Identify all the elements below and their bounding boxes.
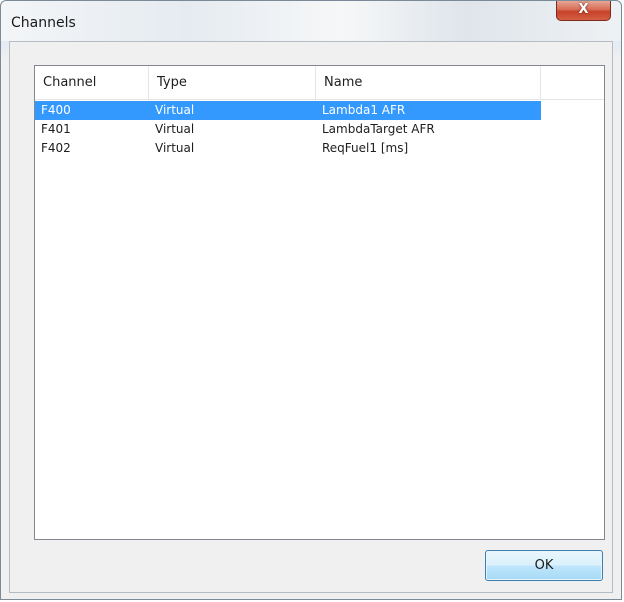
name-cell: ReqFuel1 [ms] [322, 141, 409, 155]
channel-cell: F400 [41, 103, 71, 117]
channels-list[interactable]: Channel Type Name F400 Virtual Lambda1 A… [34, 65, 605, 540]
column-divider[interactable] [540, 66, 541, 99]
name-cell: LambdaTarget AFR [322, 122, 435, 136]
column-header-name[interactable]: Name [316, 66, 540, 99]
type-cell: Virtual [155, 122, 195, 136]
close-button[interactable]: X [556, 1, 611, 21]
column-header-channel[interactable]: Channel [35, 66, 148, 99]
column-header-type[interactable]: Type [149, 66, 315, 99]
dialog-client-area: Channel Type Name F400 Virtual Lambda1 A… [9, 41, 613, 593]
close-icon: X [578, 2, 589, 17]
window-title: Channels [11, 15, 76, 31]
channel-cell: F402 [41, 141, 71, 155]
name-cell: Lambda1 AFR [322, 103, 406, 117]
channel-cell: F401 [41, 122, 71, 136]
table-row[interactable]: F402 Virtual ReqFuel1 [ms] [35, 139, 541, 158]
table-row[interactable]: F400 Virtual Lambda1 AFR [35, 101, 541, 120]
table-row[interactable]: F401 Virtual LambdaTarget AFR [35, 120, 541, 139]
ok-button[interactable]: OK [485, 550, 603, 581]
title-bar[interactable]: Channels X [1, 1, 621, 41]
channels-dialog: Channels X Channel Type Name F400 Virtua… [0, 0, 622, 600]
list-header: Channel Type Name [35, 66, 604, 100]
type-cell: Virtual [155, 103, 195, 117]
type-cell: Virtual [155, 141, 195, 155]
